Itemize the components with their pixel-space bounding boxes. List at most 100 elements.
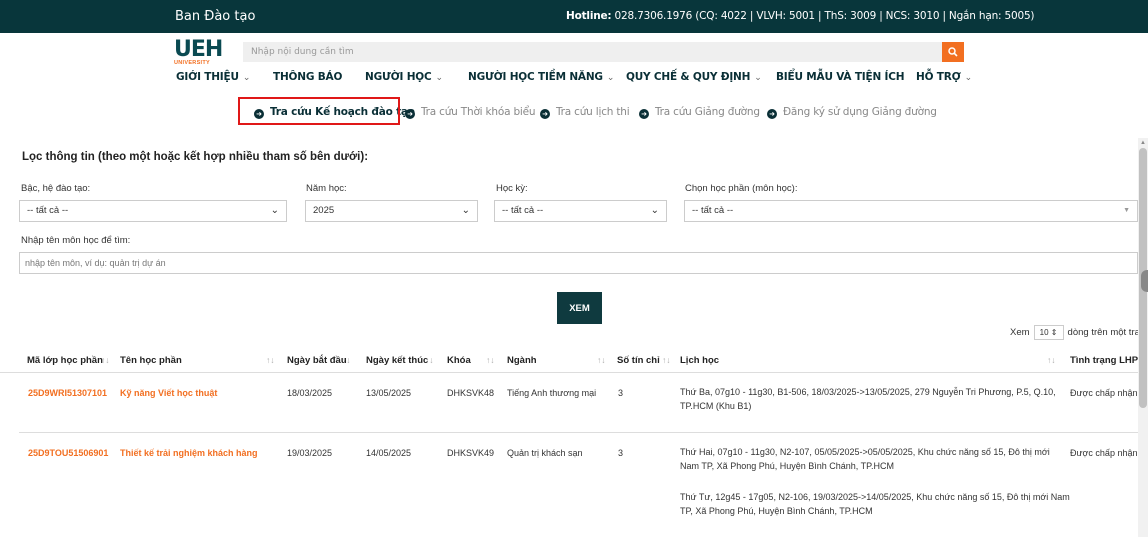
hotline-label: Hotline: [566, 10, 612, 22]
sort-icon[interactable]: ↑↓ [486, 355, 495, 365]
row-end: 14/05/2025 [366, 448, 412, 458]
sort-icon[interactable]: ↑↓ [342, 355, 351, 365]
sort-icon[interactable]: ↑↓ [597, 355, 606, 365]
row-name[interactable]: Kỹ năng Viết học thuật [120, 388, 217, 398]
subnav-dang-ky-giang-duong[interactable]: ➜ Đăng ký sử dụng Giảng đường [767, 106, 937, 119]
table-header: Mã lớp học phần ↑↓ Tên học phần ↑↓ Ngày bắ… [0, 349, 1148, 373]
logo-sub: UNIVERSITY [174, 60, 211, 66]
row-start: 18/03/2025 [287, 388, 333, 398]
chevron-down-icon: ⌄ [964, 73, 973, 83]
arrow-circle-icon: ➜ [540, 109, 550, 119]
arrow-circle-icon: ➜ [767, 109, 777, 119]
year-value: 2025 [313, 205, 335, 216]
year-select[interactable]: 2025 ⌄ [305, 200, 478, 222]
filter-title: Lọc thông tin (theo một hoặc kết hợp nhi… [22, 151, 369, 163]
page-size-select[interactable]: 10 ⇕ [1033, 325, 1064, 340]
sort-icon[interactable]: ↑↓ [662, 355, 671, 365]
col-header-code[interactable]: Mã lớp học phần [27, 355, 103, 366]
main-nav: GIỚI THIỆU ⌄ THÔNG BÁO NGƯỜI HỌC ⌄ NGƯỜI H… [0, 71, 1148, 87]
nav-label: BIỂU MẪU VÀ TIỆN ÍCH [776, 71, 905, 83]
search-icon [948, 47, 958, 57]
chevron-down-icon: ⌄ [754, 73, 762, 83]
search-button[interactable] [942, 42, 964, 62]
row-status: Được chấp nhận [1070, 388, 1138, 398]
col-header-credits[interactable]: Số tín chỉ [617, 355, 660, 366]
row-code[interactable]: 25D9TOU51506901 [28, 448, 108, 458]
level-value: -- tất cả -- [27, 205, 69, 216]
subject-label: Nhập tên môn học để tìm: [21, 235, 131, 246]
sort-icon[interactable]: ↑↓ [1047, 355, 1056, 365]
col-header-start[interactable]: Ngày bắt đầu [287, 355, 347, 366]
col-header-major[interactable]: Ngành [507, 355, 537, 366]
pager-suffix: dòng trên một trang [1067, 327, 1148, 339]
col-header-status[interactable]: Tình trạng LHP [1070, 355, 1138, 366]
course-select[interactable]: -- tất cả -- ▼ [684, 200, 1138, 222]
nav-item-nguoi-hoc-tiem-nang[interactable]: NGƯỜI HỌC TIỀM NĂNG ⌄ [468, 71, 614, 83]
row-code[interactable]: 25D9WRI51307101 [28, 388, 107, 398]
row-schedule: Thứ Ba, 07g10 - 11g30, B1-506, 18/03/202… [680, 387, 1056, 411]
nav-label: HỖ TRỢ [916, 71, 961, 83]
subnav-label: Tra cứu Thời khóa biểu [421, 106, 536, 118]
nav-label: NGƯỜI HỌC [365, 71, 432, 83]
search-input[interactable]: Nhập nội dung cần tìm [243, 42, 942, 62]
nav-item-gioi-thieu[interactable]: GIỚI THIỆU ⌄ [176, 71, 250, 83]
highlight-annotation [238, 97, 400, 125]
nav-label: GIỚI THIỆU [176, 71, 239, 83]
row-major: Tiếng Anh thương mại [507, 388, 597, 398]
chevron-down-icon: ⌄ [435, 73, 444, 83]
subnav-giang-duong[interactable]: ➜ Tra cứu Giảng đường [639, 106, 760, 119]
level-label: Bậc, hệ đào tạo: [21, 183, 91, 194]
chevron-down-icon: ⌄ [242, 73, 251, 83]
row-schedule: Thứ Tư, 12g45 - 17g05, N2-106, 19/03/202… [680, 492, 1070, 516]
nav-label: QUY CHẾ & QUY ĐỊNH [626, 71, 751, 83]
col-header-name[interactable]: Tên học phần [120, 355, 182, 366]
hotline-text: 028.7306.1976 (CQ: 4022 | VLVH: 5001 | T… [611, 10, 1035, 22]
sort-icon[interactable]: ↑↓ [425, 355, 434, 365]
row-credits: 3 [618, 448, 624, 458]
chevron-down-icon: ⌄ [650, 205, 659, 216]
sort-icon[interactable]: ↑↓ [101, 355, 110, 365]
chevron-down-icon: ⌄ [270, 205, 279, 216]
row-start: 19/03/2025 [287, 448, 333, 458]
page-size-value: 10 [1039, 328, 1049, 337]
term-select[interactable]: -- tất cả -- ⌄ [494, 200, 667, 222]
col-header-schedule[interactable]: Lịch học [680, 355, 719, 366]
col-header-cohort[interactable]: Khóa [447, 355, 471, 366]
chevron-down-icon: ⌄ [461, 205, 470, 216]
level-select[interactable]: -- tất cả -- ⌄ [19, 200, 287, 222]
row-name[interactable]: Thiết kế trải nghiệm khách hàng [120, 448, 258, 458]
brand-title[interactable]: Ban Đào tạo [175, 9, 255, 24]
nav-item-quy-che[interactable]: QUY CHẾ & QUY ĐỊNH ⌄ [626, 71, 762, 83]
nav-label: THÔNG BÁO [273, 71, 343, 83]
page-scrollbar[interactable] [1138, 138, 1148, 537]
nav-label: NGƯỜI HỌC TIỀM NĂNG [468, 71, 603, 83]
subnav-label: Đăng ký sử dụng Giảng đường [783, 106, 937, 118]
row-status: Được chấp nhận [1070, 448, 1138, 458]
top-bar: Ban Đào tạo Hotline: 028.7306.1976 (CQ: … [0, 0, 1148, 33]
logo-main: UEH [174, 37, 223, 62]
row-cohort: DHKSVK49 [447, 448, 495, 458]
nav-item-ho-tro[interactable]: HỖ TRỢ ⌄ [916, 71, 972, 83]
nav-item-bieu-mau[interactable]: BIỂU MẪU VÀ TIỆN ÍCH [776, 71, 905, 83]
course-label: Chọn học phần (môn học): [685, 183, 798, 194]
page-size-control: Xem 10 ⇕ dòng trên một trang [1010, 325, 1148, 340]
pager-prefix: Xem [1010, 327, 1030, 339]
scroll-up-icon[interactable]: ▲ [1140, 140, 1146, 146]
side-tab[interactable] [1141, 270, 1148, 292]
xem-button[interactable]: XEM [557, 292, 602, 324]
subnav-lich-thi[interactable]: ➜ Tra cứu lịch thi [540, 106, 630, 119]
ueh-logo[interactable]: UEH UNIVERSITY [174, 37, 234, 70]
subject-input[interactable]: nhập tên môn, ví dụ: quản trị dự án [19, 252, 1138, 274]
subnav-thoi-khoa-bieu[interactable]: ➜ Tra cứu Thời khóa biểu [405, 106, 536, 119]
hotline-info: Hotline: 028.7306.1976 (CQ: 4022 | VLVH:… [566, 10, 1035, 22]
nav-item-nguoi-hoc[interactable]: NGƯỜI HỌC ⌄ [365, 71, 443, 83]
sort-icon[interactable]: ↑↓ [266, 355, 275, 365]
term-label: Học kỳ: [496, 183, 528, 194]
row-schedule: Thứ Hai, 07g10 - 11g30, N2-107, 05/05/20… [680, 447, 1050, 471]
year-label: Năm học: [306, 183, 347, 194]
chevron-down-icon: ⌄ [606, 73, 615, 83]
col-header-end[interactable]: Ngày kết thúc [366, 355, 428, 366]
nav-item-thong-bao[interactable]: THÔNG BÁO [273, 71, 342, 83]
row-credits: 3 [618, 388, 624, 398]
row-end: 13/05/2025 [366, 388, 412, 398]
